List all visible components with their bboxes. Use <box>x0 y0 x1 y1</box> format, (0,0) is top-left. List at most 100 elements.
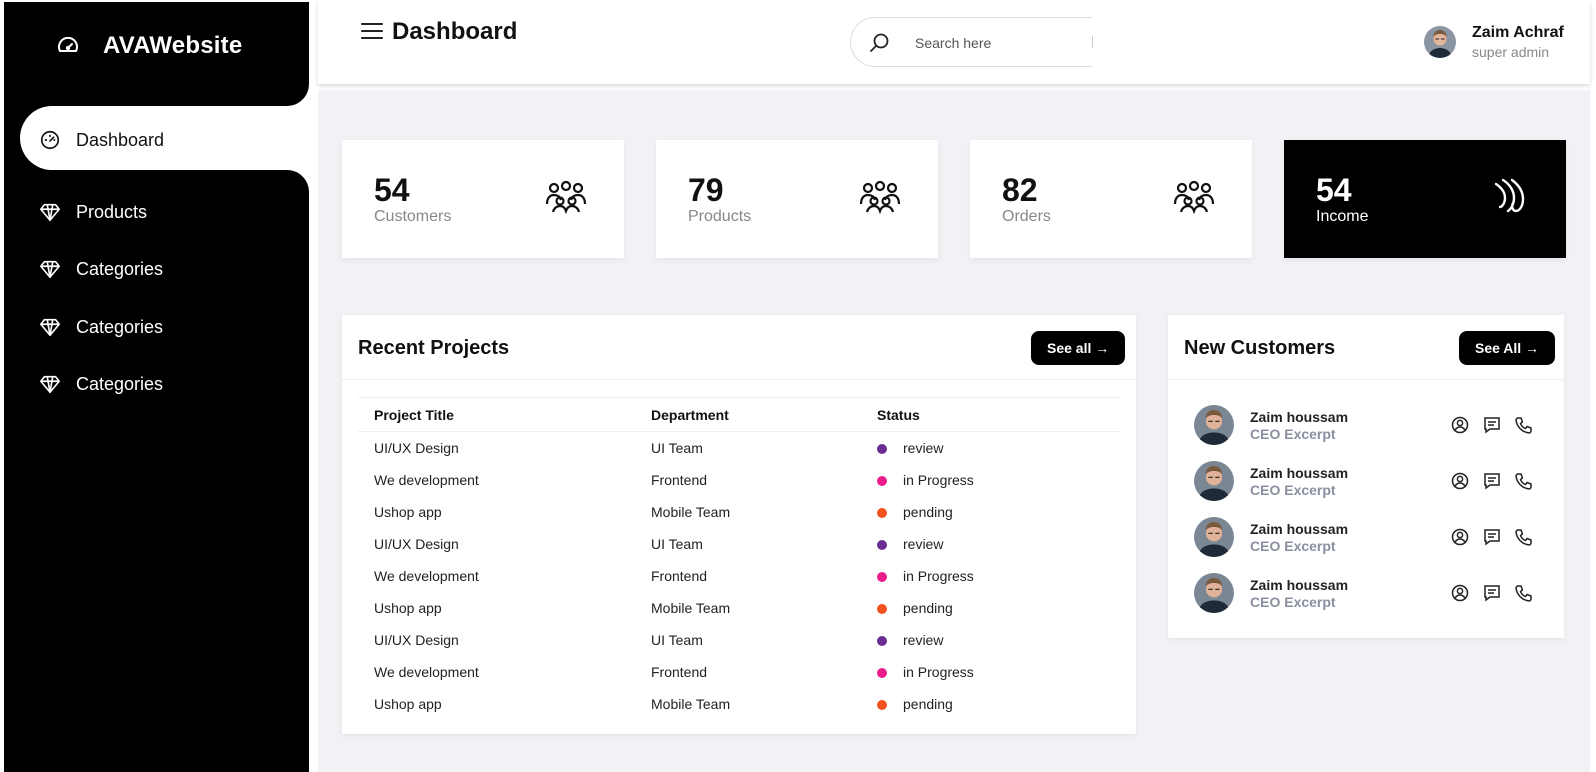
table-row[interactable]: UI/UX Design UI Team review <box>358 528 1120 560</box>
search-input[interactable] <box>915 32 1085 54</box>
project-status: in Progress <box>861 560 1120 592</box>
table-row[interactable]: We development Frontend in Progress <box>358 464 1120 496</box>
profile-icon[interactable] <box>1450 415 1470 435</box>
message-icon[interactable] <box>1482 583 1502 603</box>
profile-icon[interactable] <box>1450 471 1470 491</box>
profile-icon[interactable] <box>1450 527 1470 547</box>
diamond-icon <box>40 375 60 394</box>
customer-photo <box>1194 405 1234 445</box>
customer-photo <box>1194 517 1234 557</box>
people-icon <box>1173 180 1215 214</box>
status-dot <box>877 699 887 710</box>
column-header[interactable]: Project Title <box>358 397 635 432</box>
brand[interactable]: AVAWebsite <box>4 2 309 106</box>
project-department: UI Team <box>651 439 703 456</box>
project-status: in Progress <box>861 656 1120 688</box>
stat-card-income[interactable]: 54 Income <box>1284 140 1566 258</box>
sidebar-item-categories[interactable]: Categories <box>20 364 309 404</box>
phone-icon[interactable] <box>1514 471 1534 491</box>
stat-value: 54 <box>374 172 410 208</box>
column-header[interactable]: Department <box>635 397 861 432</box>
main-content: 54 Customers 79 Products 82 Orders 54 In… <box>318 90 1590 772</box>
sidebar-item-categories[interactable]: Categories <box>20 249 309 289</box>
divider <box>1168 379 1564 380</box>
topbar: Dashboard Zaim Achraf super admin <box>318 0 1590 84</box>
avatar[interactable] <box>1194 461 1234 501</box>
table-row[interactable]: We development Frontend in Progress <box>358 656 1120 688</box>
stat-card-products[interactable]: 79 Products <box>656 140 938 258</box>
customer-role: CEO Excerpt <box>1250 594 1336 610</box>
message-icon[interactable] <box>1482 415 1502 435</box>
sidebar-item-label: Products <box>76 201 148 222</box>
search-divider <box>1092 36 1093 48</box>
sidebar-item-dashboard[interactable]: Dashboard <box>20 120 309 160</box>
table-row[interactable]: UI/UX Design UI Team review <box>358 624 1120 656</box>
project-title: UI/UX Design <box>374 631 459 648</box>
speedometer-icon <box>58 36 78 52</box>
status-text: review <box>903 631 944 648</box>
table-row[interactable]: We development Frontend in Progress <box>358 560 1120 592</box>
column-header[interactable]: Status <box>861 397 1120 432</box>
see-all-customers-button[interactable]: See All → <box>1459 331 1556 365</box>
project-department: Frontend <box>651 663 708 680</box>
table-row[interactable]: Ushop app Mobile Team pending <box>358 496 1120 528</box>
sidebar-item-products[interactable]: Products <box>20 192 309 232</box>
status-text: pending <box>903 695 953 712</box>
search-box[interactable] <box>850 17 1092 67</box>
phone-icon[interactable] <box>1514 527 1534 547</box>
stat-card-orders[interactable]: 82 Orders <box>970 140 1252 258</box>
project-status: pending <box>861 688 1120 720</box>
project-status: review <box>861 432 1120 464</box>
avatar[interactable] <box>1424 26 1456 58</box>
brand-title: AVAWebsite <box>103 32 243 59</box>
phone-icon[interactable] <box>1514 583 1534 603</box>
status-text: in Progress <box>903 471 974 488</box>
project-department: Frontend <box>651 471 708 488</box>
message-icon[interactable] <box>1482 471 1502 491</box>
divider <box>342 379 1136 380</box>
project-status: pending <box>861 496 1120 528</box>
diamond-icon <box>40 318 60 337</box>
project-department: UI Team <box>651 535 703 552</box>
status-text: review <box>903 535 944 552</box>
see-all-projects-button[interactable]: See all → <box>1031 331 1126 365</box>
customer-item[interactable]: Zaim houssam CEO Excerpt <box>1194 461 1534 503</box>
project-department: UI Team <box>651 631 703 648</box>
table-row[interactable]: Ushop app Mobile Team pending <box>358 592 1120 624</box>
avatar[interactable] <box>1194 573 1234 613</box>
project-title: Ushop app <box>374 503 442 520</box>
customer-item[interactable]: Zaim houssam CEO Excerpt <box>1194 405 1534 447</box>
customer-item[interactable]: Zaim houssam CEO Excerpt <box>1194 517 1534 559</box>
diamond-icon <box>40 203 60 222</box>
sidebar-item-categories[interactable]: Categories <box>20 307 309 347</box>
profile-icon[interactable] <box>1450 583 1470 603</box>
project-title: UI/UX Design <box>374 535 459 552</box>
search-icon[interactable] <box>867 31 891 55</box>
project-status: review <box>861 528 1120 560</box>
sidebar-item-label: Categories <box>76 373 164 394</box>
table-row[interactable]: Ushop app Mobile Team pending <box>358 688 1120 720</box>
customer-role: CEO Excerpt <box>1250 426 1336 442</box>
phone-icon[interactable] <box>1514 415 1534 435</box>
sidebar-item-label: Categories <box>76 316 164 337</box>
status-text: pending <box>903 599 953 616</box>
menu-icon[interactable] <box>360 20 384 42</box>
stat-value: 82 <box>1002 172 1038 208</box>
message-icon[interactable] <box>1482 527 1502 547</box>
customer-role: CEO Excerpt <box>1250 482 1336 498</box>
stat-label: Orders <box>1002 208 1051 225</box>
status-dot <box>877 667 887 678</box>
stat-card-customers[interactable]: 54 Customers <box>342 140 624 258</box>
project-title: Ushop app <box>374 599 442 616</box>
wave-icon <box>1494 178 1525 213</box>
new-customers-panel: New Customers See All → Zaim houssam CEO … <box>1168 315 1564 638</box>
customer-item[interactable]: Zaim houssam CEO Excerpt <box>1194 573 1534 615</box>
status-dot <box>877 603 887 614</box>
stat-label: Products <box>688 208 752 225</box>
project-title: We development <box>374 471 479 488</box>
avatar[interactable] <box>1194 517 1234 557</box>
table-row[interactable]: UI/UX Design UI Team review <box>358 432 1120 464</box>
project-department: Mobile Team <box>651 503 731 520</box>
avatar[interactable] <box>1194 405 1234 445</box>
dashboard-icon <box>40 130 60 150</box>
